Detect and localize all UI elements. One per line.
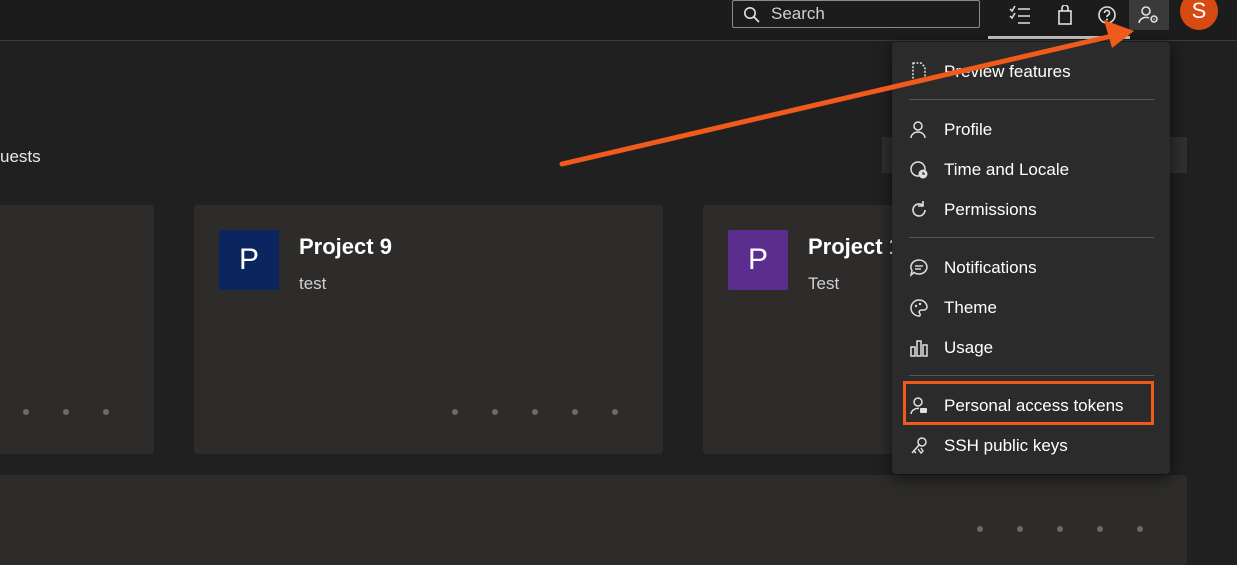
menu-item-label: Profile xyxy=(944,120,993,139)
menu-item-ssh-public-keys[interactable]: SSH public keys xyxy=(892,428,1170,464)
globe-clock-icon xyxy=(908,160,930,180)
project-card[interactable]: P Project 9 test xyxy=(194,205,663,454)
section-dots xyxy=(977,526,1143,532)
keys-icon xyxy=(908,436,930,456)
task-list-icon[interactable] xyxy=(1000,0,1040,30)
menu-divider xyxy=(909,237,1154,238)
tab-label-partial[interactable]: uests xyxy=(0,147,41,167)
project-card-partial[interactable] xyxy=(0,205,154,454)
menu-item-label: Time and Locale xyxy=(944,160,1070,179)
menu-item-usage[interactable]: Usage xyxy=(892,330,1170,366)
document-icon xyxy=(908,62,930,82)
menu-item-theme[interactable]: Theme xyxy=(892,290,1170,326)
project-avatar: P xyxy=(219,230,279,290)
menu-item-label: Preview features xyxy=(944,62,1071,81)
active-underline xyxy=(988,36,1130,39)
menu-item-label: Usage xyxy=(944,338,994,357)
menu-item-label: Notifications xyxy=(944,258,1037,277)
project-description: Test xyxy=(808,274,840,293)
search-box[interactable] xyxy=(732,0,980,28)
highlight-box xyxy=(903,381,1154,425)
menu-item-label: Theme xyxy=(944,298,997,317)
search-input[interactable] xyxy=(771,3,971,25)
menu-item-time-and-locale[interactable]: Time and Locale xyxy=(892,152,1170,188)
menu-item-permissions[interactable]: Permissions xyxy=(892,192,1170,228)
card-dots xyxy=(23,409,109,415)
menu-item-notifications[interactable]: Notifications xyxy=(892,250,1170,286)
project-card[interactable]: P Project 1 Test xyxy=(703,205,903,454)
menu-item-label: Permissions xyxy=(944,200,1037,219)
menu-item-label: SSH public keys xyxy=(944,436,1068,455)
project-name[interactable]: Project 1 xyxy=(808,234,901,260)
search-icon xyxy=(744,7,760,23)
project-avatar: P xyxy=(728,230,788,290)
chat-bubble-icon xyxy=(908,258,930,278)
top-bar: S xyxy=(0,0,1237,41)
palette-icon xyxy=(908,298,930,318)
menu-divider xyxy=(909,375,1154,376)
user-settings-icon[interactable] xyxy=(1129,0,1169,30)
shopping-bag-icon[interactable] xyxy=(1045,0,1085,30)
project-description: test xyxy=(299,274,327,293)
menu-item-preview-features[interactable]: Preview features xyxy=(892,54,1170,90)
card-dots xyxy=(452,409,618,415)
project-name[interactable]: Project 9 xyxy=(299,234,392,260)
menu-divider xyxy=(909,99,1154,100)
bar-chart-icon xyxy=(908,338,930,358)
help-icon[interactable] xyxy=(1087,0,1127,30)
avatar[interactable]: S xyxy=(1180,0,1218,30)
profile-icon xyxy=(908,120,930,140)
menu-item-profile[interactable]: Profile xyxy=(892,112,1170,148)
refresh-icon xyxy=(908,200,930,220)
